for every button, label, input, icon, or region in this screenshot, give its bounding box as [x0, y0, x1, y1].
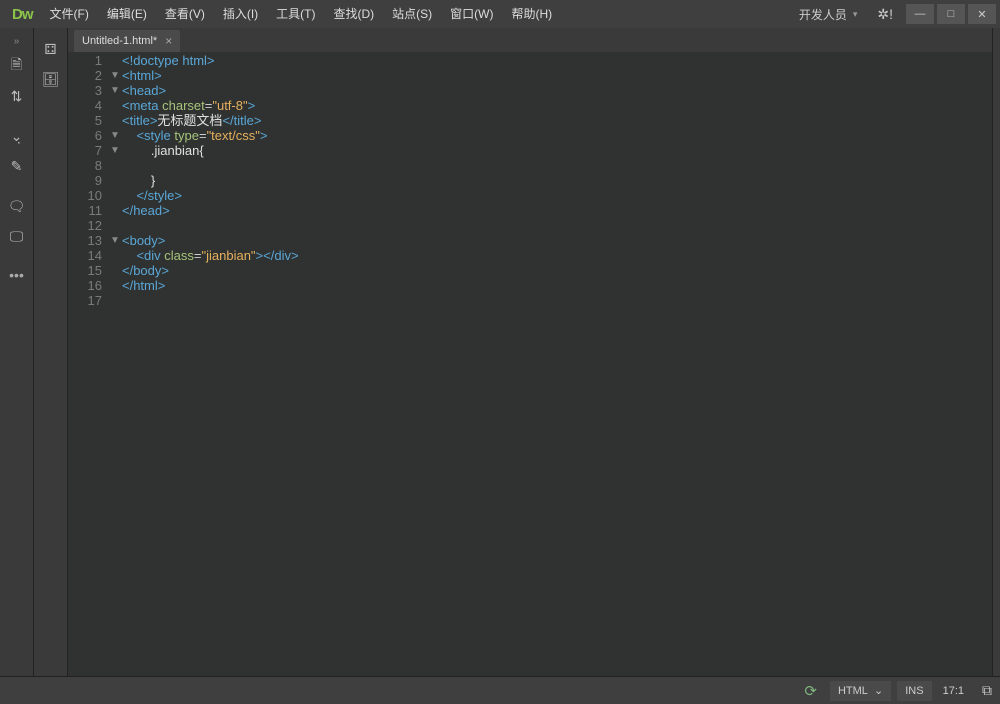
chevron-down-icon: ⌄	[874, 684, 883, 697]
left-toolbar-secondary: ⚃ 🗄	[34, 28, 68, 676]
chevron-down-icon[interactable]: ▾	[853, 9, 868, 20]
close-button[interactable]: ✕	[968, 4, 996, 24]
app-logo: Dw	[4, 6, 41, 23]
menu-window[interactable]: 窗口(W)	[441, 0, 502, 28]
maximize-button[interactable]: □	[937, 4, 965, 24]
tab-close-icon[interactable]: ×	[165, 34, 172, 48]
left-toolbar-primary: » 🗎 ⇅ ⌄̣ ✎ 🗨 🖵 •••	[0, 28, 34, 676]
menu-view[interactable]: 查看(V)	[156, 0, 214, 28]
menu-help[interactable]: 帮助(H)	[502, 0, 561, 28]
menu-file[interactable]: 文件(F)	[41, 0, 98, 28]
right-panel-collapsed[interactable]	[992, 28, 1000, 676]
workspace-switcher[interactable]: 开发人员	[793, 6, 853, 23]
preview-icon[interactable]: ⧉	[982, 682, 992, 699]
menubar: 文件(F) 编辑(E) 查看(V) 插入(I) 工具(T) 查找(D) 站点(S…	[41, 0, 562, 28]
titlebar: Dw 文件(F) 编辑(E) 查看(V) 插入(I) 工具(T) 查找(D) 站…	[0, 0, 1000, 28]
statusbar: ⟳ HTML ⌄ INS 17:1 ⧉	[0, 676, 1000, 704]
line-gutter: 123 456 789 101112 131415 1617	[68, 52, 108, 676]
menu-find[interactable]: 查找(D)	[324, 0, 383, 28]
insert-mode[interactable]: INS	[897, 681, 931, 701]
menu-site[interactable]: 站点(S)	[383, 0, 441, 28]
language-selector[interactable]: HTML ⌄	[830, 681, 891, 701]
panel-grip-icon[interactable]: »	[14, 36, 20, 47]
menu-insert[interactable]: 插入(I)	[214, 0, 267, 28]
sync-settings-icon[interactable]: ✲!	[867, 6, 903, 23]
dom-tree-icon[interactable]: ⚃	[39, 37, 63, 61]
window-controls: — □ ✕	[903, 4, 996, 24]
edit-icon[interactable]: ✎	[5, 154, 29, 178]
title-right: 开发人员 ▾ ✲! — □ ✕	[793, 4, 996, 24]
cursor-position: 17:1	[935, 681, 972, 701]
tab-label: Untitled-1.html*	[82, 35, 157, 47]
screen-icon[interactable]: 🖵	[5, 224, 29, 248]
minimize-button[interactable]: —	[906, 4, 934, 24]
code-lines[interactable]: <!doctype html> <html> <head> <meta char…	[122, 52, 992, 676]
tab-bar: Untitled-1.html* ×	[68, 28, 992, 52]
main-area: » 🗎 ⇅ ⌄̣ ✎ 🗨 🖵 ••• ⚃ 🗄 Untitled-1.html* …	[0, 28, 1000, 676]
more-tools-icon[interactable]: •••	[9, 267, 24, 283]
document-tab[interactable]: Untitled-1.html* ×	[74, 30, 180, 52]
code-nav-icon[interactable]: ⇅	[5, 84, 29, 108]
fold-gutter[interactable]: ▼▼ ▼ ▼ ▼	[108, 52, 122, 676]
editor-panel: Untitled-1.html* × 123 456 789 101112 13…	[68, 28, 992, 676]
comment-icon[interactable]: 🗨	[5, 194, 29, 218]
collapse-icon[interactable]: ⌄̣	[5, 124, 29, 148]
assets-icon[interactable]: 🗄	[39, 67, 63, 91]
menu-tools[interactable]: 工具(T)	[267, 0, 324, 28]
status-ok-icon[interactable]: ⟳	[804, 682, 817, 700]
menu-edit[interactable]: 编辑(E)	[98, 0, 156, 28]
file-manage-icon[interactable]: 🗎	[5, 54, 29, 78]
code-editor[interactable]: 123 456 789 101112 131415 1617 ▼▼ ▼ ▼ ▼ …	[68, 52, 992, 676]
